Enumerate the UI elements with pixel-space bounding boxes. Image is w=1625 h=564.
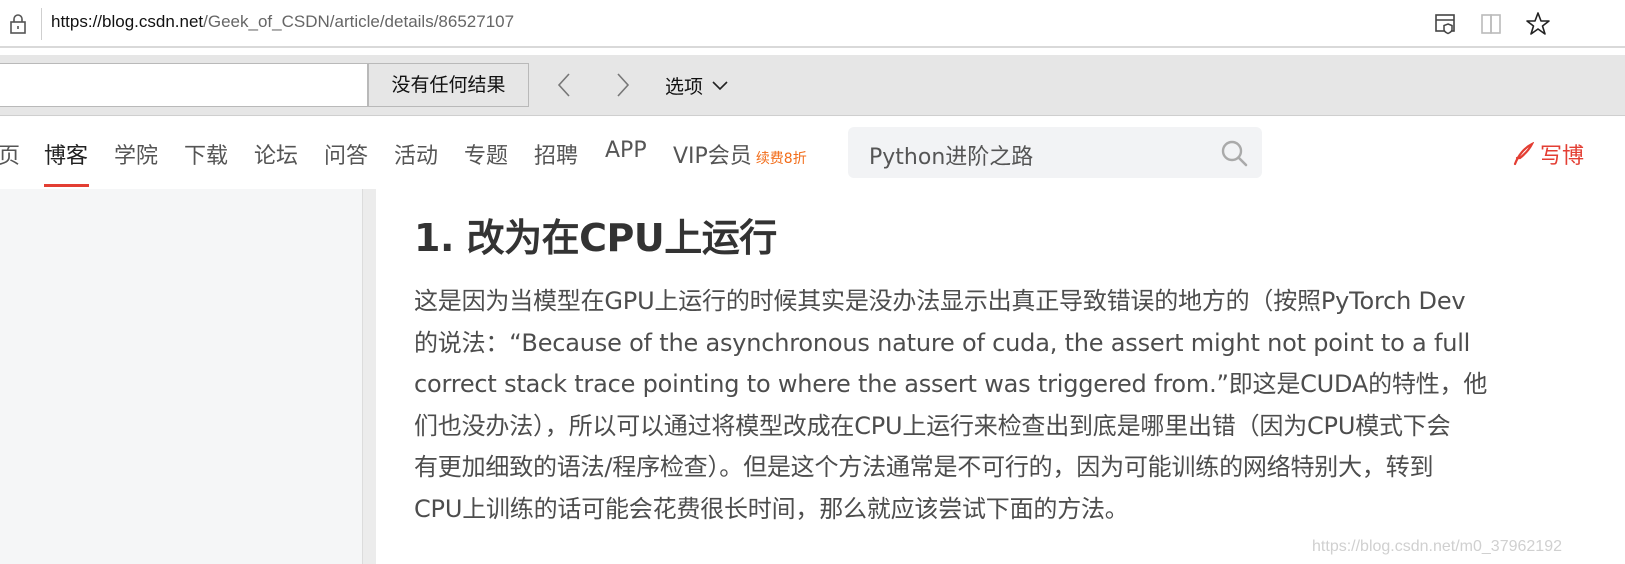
- paragraph-line: 的说法：“Because of the asynchronous nature …: [414, 328, 1471, 357]
- paragraph-line: CPU上训练的话可能会花费很长时间，那么就应该尝试下面的方法。: [414, 494, 1129, 523]
- pen-icon: [1513, 142, 1534, 166]
- left-sidebar: [0, 189, 362, 564]
- nav-item-qa[interactable]: 问答: [324, 138, 368, 170]
- nav-item-forum[interactable]: 论坛: [254, 138, 298, 170]
- site-search-input[interactable]: Python进阶之路: [869, 139, 1033, 171]
- favorite-star-icon[interactable]: [1525, 11, 1551, 37]
- article-content: 1. 改为在CPU上运行 这是因为当模型在GPU上运行的时候其实是没办法显示出真…: [376, 189, 1625, 564]
- paragraph-line: 有更加细致的语法/程序检查）。但是这个方法通常是不可行的，因为可能训练的网络特别…: [414, 453, 1434, 481]
- address-bar: https://blog.csdn.net/Geek_of_CSDN/artic…: [0, 0, 1625, 48]
- find-bar: 没有任何结果 选项: [0, 55, 1625, 116]
- nav-active-underline: [44, 184, 89, 187]
- nav-item-vip-label: VIP会员: [673, 144, 752, 169]
- find-previous-icon[interactable]: [552, 71, 578, 99]
- nav-item-academy[interactable]: 学院: [114, 138, 158, 170]
- find-options-label: 选项: [665, 76, 704, 98]
- find-next-icon[interactable]: [609, 71, 635, 99]
- nav-item-events[interactable]: 活动: [394, 138, 438, 170]
- url-host: https://blog.csdn.net: [51, 12, 204, 31]
- find-result-label: 没有任何结果: [368, 63, 529, 107]
- nav-item-topics[interactable]: 专题: [464, 138, 508, 170]
- address-separator: [41, 8, 42, 40]
- collections-icon[interactable]: [1433, 11, 1459, 37]
- nav-item-download[interactable]: 下载: [184, 138, 228, 170]
- search-icon[interactable]: [1220, 139, 1248, 167]
- paragraph-line: 这是因为当模型在GPU上运行的时候其实是没办法显示出真正导致错误的地方的（按照P…: [414, 287, 1466, 315]
- write-blog-label: 写博: [1540, 144, 1585, 169]
- site-nav: 页 博客 学院 下载 论坛 问答 活动 专题 招聘 APP VIP会员 续费8折 …: [0, 117, 1625, 189]
- paragraph-line: 们也没办法），所以可以通过将模型改成在CPU上运行来检查出到底是哪里出错（因为C…: [414, 411, 1451, 440]
- find-options-button[interactable]: 选项: [665, 72, 729, 99]
- find-input[interactable]: [0, 63, 368, 107]
- site-search-box[interactable]: Python进阶之路: [848, 127, 1262, 178]
- nav-item-app[interactable]: APP: [605, 138, 647, 163]
- sidebar-divider: [362, 189, 376, 564]
- paragraph-line: correct stack trace pointing to where th…: [414, 370, 1488, 398]
- vip-discount-badge: 续费8折: [755, 151, 807, 167]
- url-field[interactable]: https://blog.csdn.net/Geek_of_CSDN/artic…: [51, 12, 514, 32]
- nav-item-blog[interactable]: 博客: [44, 138, 88, 170]
- url-path: /Geek_of_CSDN/article/details/86527107: [203, 12, 515, 31]
- nav-item-vip[interactable]: VIP会员 续费8折: [673, 138, 807, 170]
- write-blog-button[interactable]: 写博: [1512, 138, 1584, 170]
- watermark: https://blog.csdn.net/m0_37962192: [1312, 538, 1562, 555]
- section-heading: 1. 改为在CPU上运行: [414, 216, 777, 260]
- nav-item-jobs[interactable]: 招聘: [534, 138, 578, 170]
- chevron-down-icon: [712, 80, 728, 90]
- article-paragraph: 这是因为当模型在GPU上运行的时候其实是没办法显示出真正导致错误的地方的（按照P…: [414, 281, 1614, 530]
- reading-view-icon[interactable]: [1479, 11, 1505, 37]
- lock-icon[interactable]: [8, 13, 28, 35]
- nav-item-home[interactable]: 页: [0, 138, 20, 170]
